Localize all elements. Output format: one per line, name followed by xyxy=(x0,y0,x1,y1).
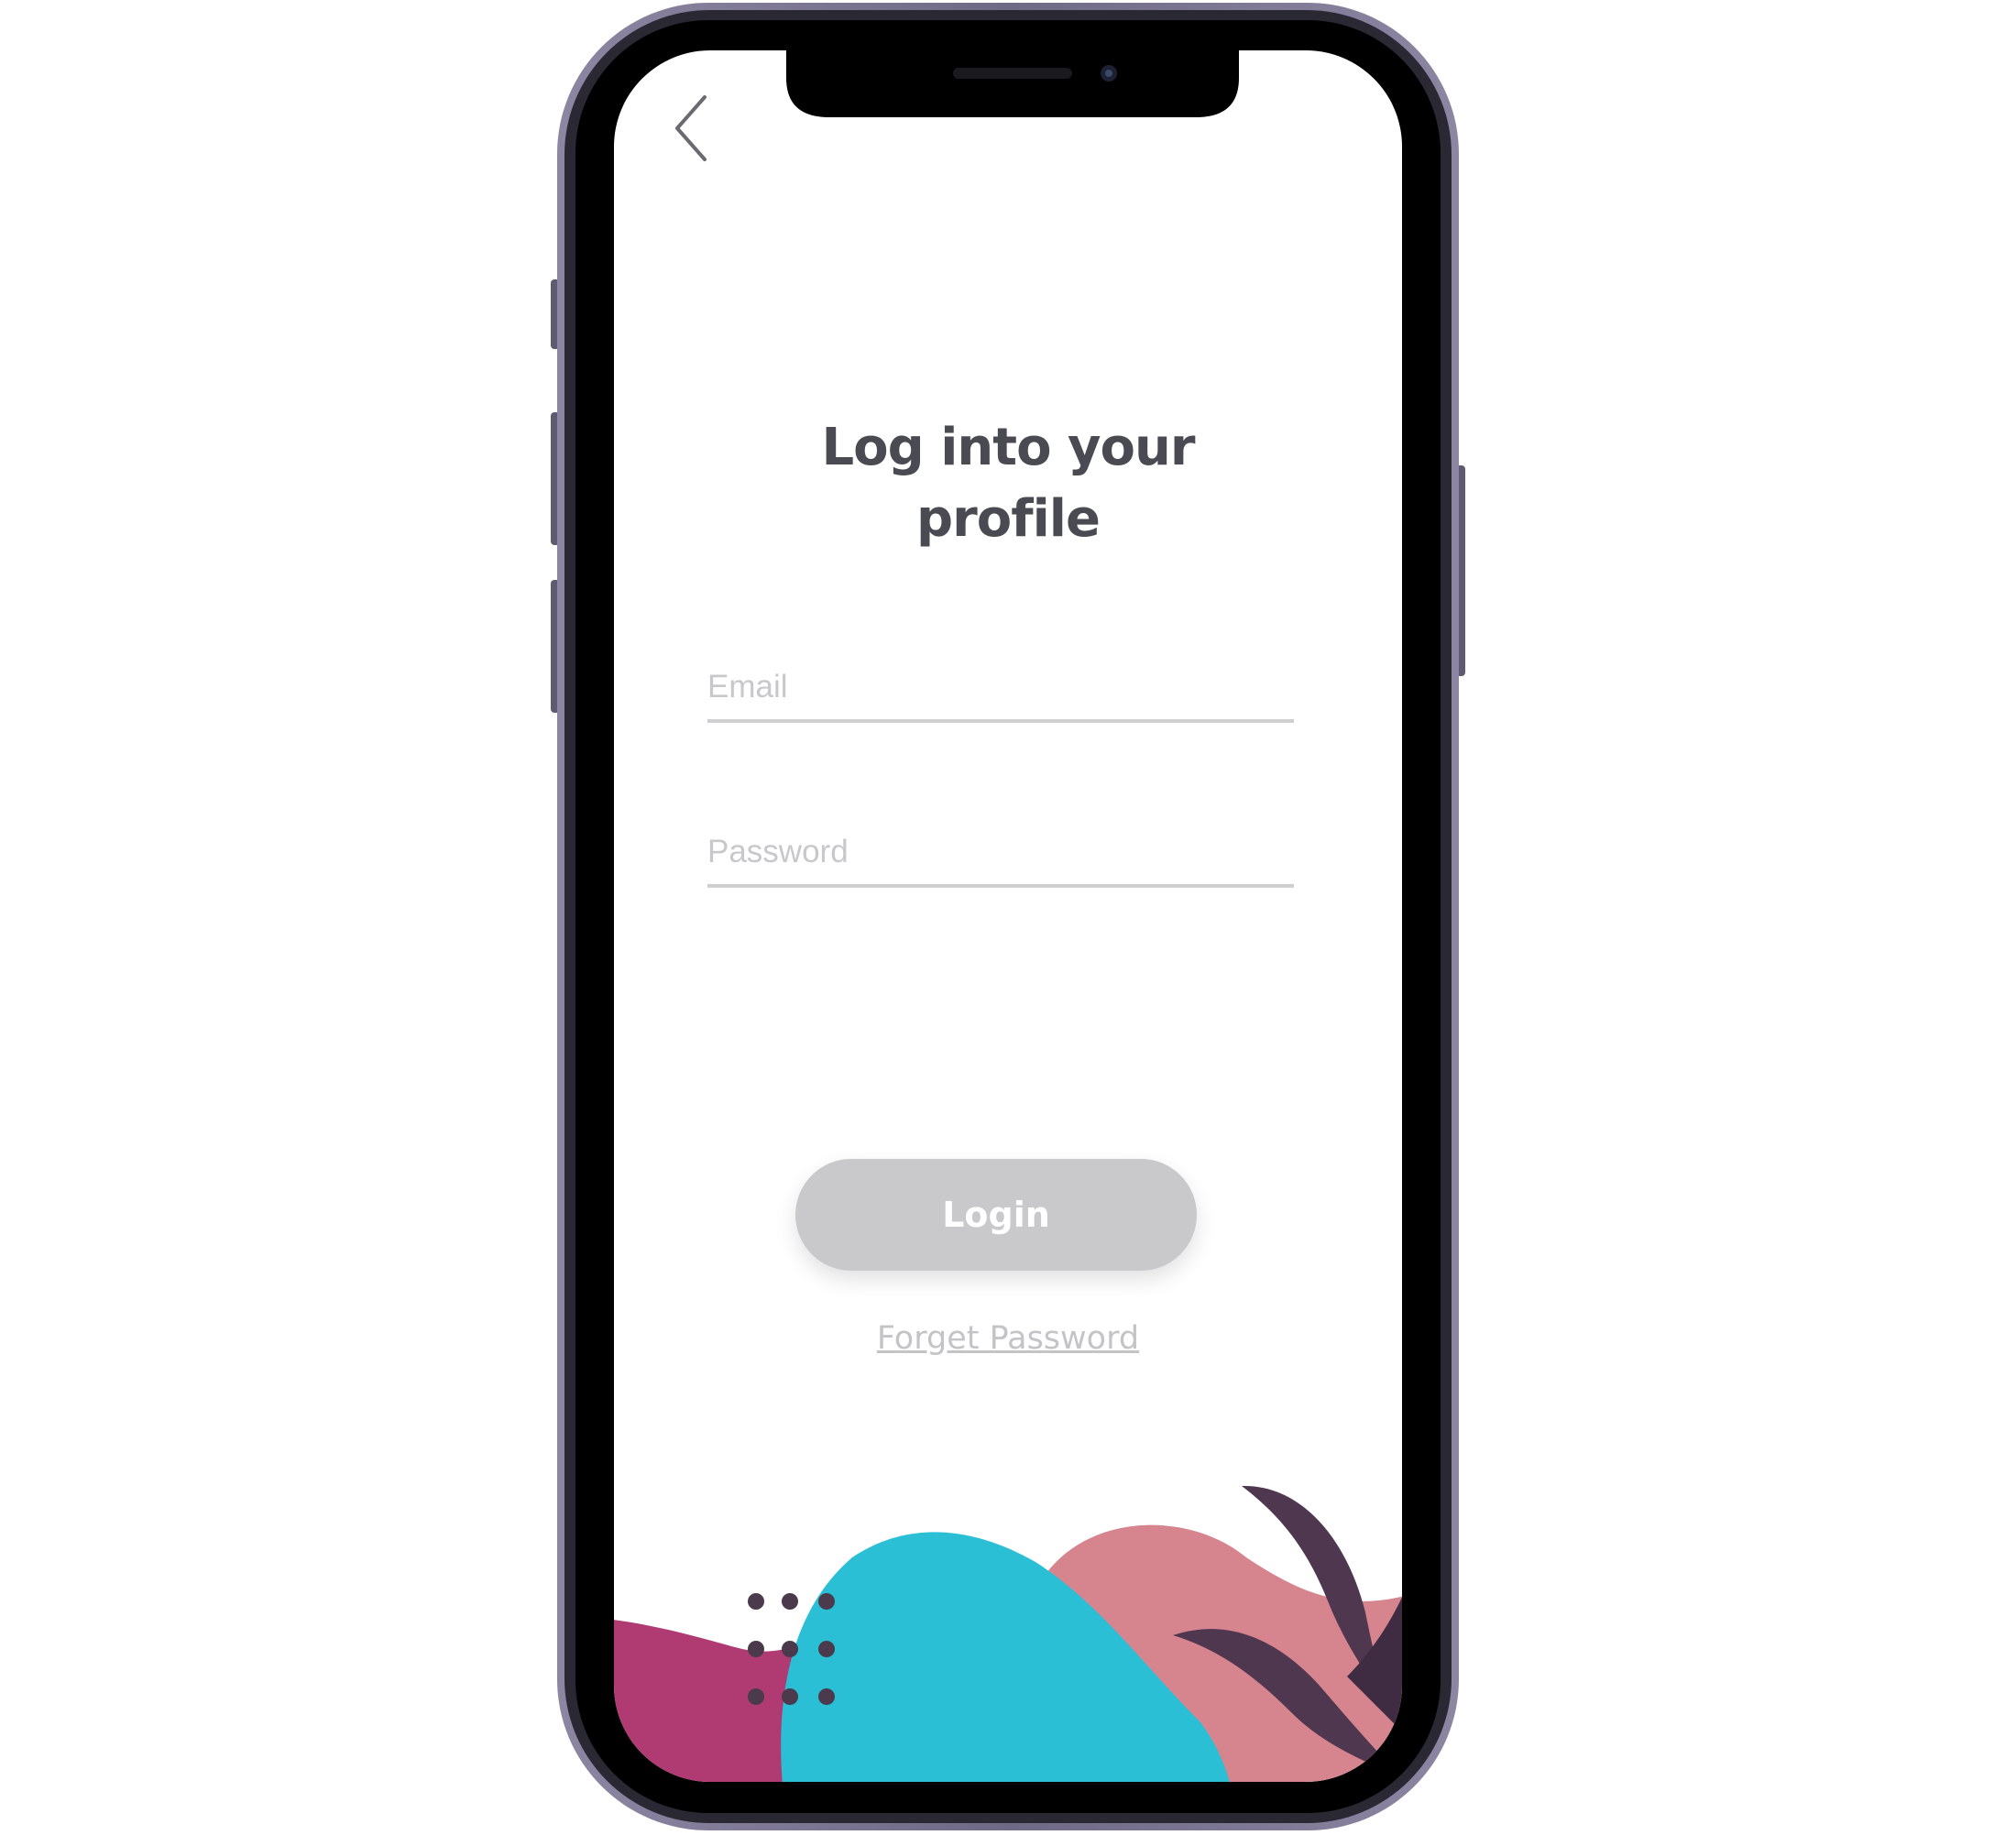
title-line-2: profile xyxy=(916,489,1101,549)
login-button[interactable]: Login xyxy=(795,1159,1197,1271)
password-field[interactable] xyxy=(707,820,1294,888)
page-title: Log into your profile xyxy=(614,412,1402,555)
title-line-1: Log into your xyxy=(821,418,1196,477)
login-screen: Log into your profile Login Forget Passw… xyxy=(614,50,1402,1782)
forgot-password-link[interactable]: Forget Password xyxy=(614,1320,1402,1357)
chevron-left-icon xyxy=(675,95,707,161)
email-field[interactable] xyxy=(707,655,1294,723)
app-stage: Log into your profile Login Forget Passw… xyxy=(0,0,2016,1835)
back-button[interactable] xyxy=(664,87,719,169)
